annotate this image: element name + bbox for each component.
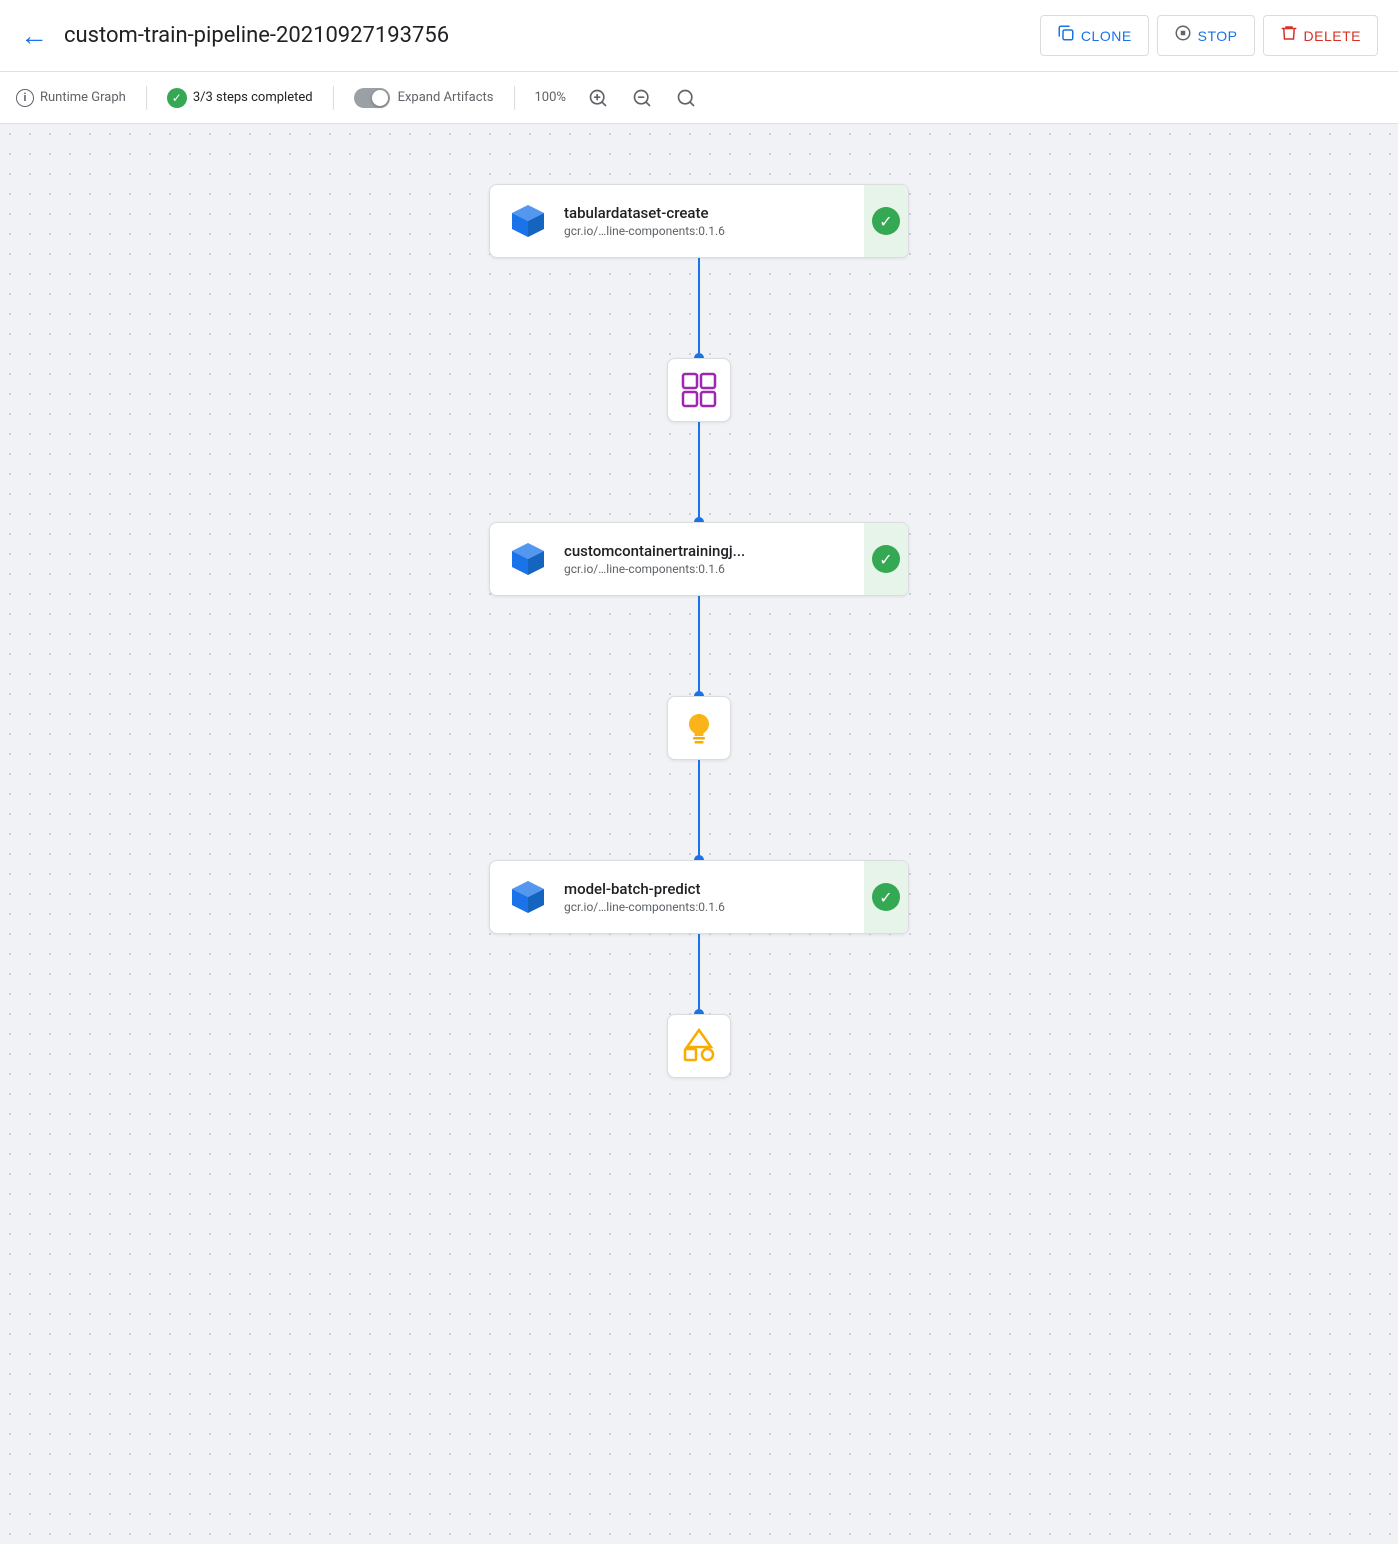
- steps-completed-label: 3/3 steps completed: [193, 90, 313, 105]
- pipeline-flow: tabulardataset-create gcr.io/…line-compo…: [449, 184, 949, 1078]
- steps-check-icon: ✓: [167, 88, 187, 108]
- node-3-name: model-batch-predict: [564, 880, 892, 898]
- node-1-subtitle: gcr.io/…line-components:0.1.6: [564, 224, 892, 238]
- delete-icon: [1280, 24, 1298, 47]
- stop-label: STOP: [1198, 28, 1238, 44]
- page-title: custom-train-pipeline-20210927193756: [64, 23, 1024, 48]
- toolbar-divider-1: [146, 86, 147, 110]
- node-2-subtitle: gcr.io/…line-components:0.1.6: [564, 562, 892, 576]
- node-1-icon: [506, 199, 550, 243]
- node-3-info: model-batch-predict gcr.io/…line-compone…: [564, 880, 892, 914]
- toolbar: i Runtime Graph ✓ 3/3 steps completed Ex…: [0, 72, 1398, 124]
- info-icon: i: [16, 89, 34, 107]
- toolbar-divider-3: [514, 86, 515, 110]
- node-2-status: ✓: [864, 523, 908, 595]
- node-3-icon: [506, 875, 550, 919]
- stop-button[interactable]: STOP: [1157, 15, 1255, 56]
- shapes-icon: [680, 1027, 718, 1065]
- connector-2: [698, 422, 700, 522]
- expand-artifacts-toggle[interactable]: Expand Artifacts: [354, 88, 494, 108]
- node-1-check-icon: ✓: [872, 207, 900, 235]
- steps-completed: ✓ 3/3 steps completed: [167, 88, 313, 108]
- node-2-info: customcontainertrainingj... gcr.io/…line…: [564, 542, 892, 576]
- artifact-node-1[interactable]: [667, 358, 731, 422]
- pipeline-canvas: tabulardataset-create gcr.io/…line-compo…: [0, 124, 1398, 1544]
- delete-label: DELETE: [1304, 28, 1361, 44]
- node-2-icon: [506, 537, 550, 581]
- pipeline-node-1[interactable]: tabulardataset-create gcr.io/…line-compo…: [489, 184, 909, 258]
- connector-5: [698, 934, 700, 1014]
- pipeline-node-2[interactable]: customcontainertrainingj... gcr.io/…line…: [489, 522, 909, 596]
- stop-icon: [1174, 24, 1192, 47]
- artifact-node-2[interactable]: [667, 696, 731, 760]
- zoom-level: 100%: [535, 90, 566, 105]
- clone-label: CLONE: [1081, 28, 1132, 44]
- delete-button[interactable]: DELETE: [1263, 15, 1378, 56]
- expand-artifacts-label: Expand Artifacts: [398, 90, 494, 105]
- zoom-out-button[interactable]: [630, 86, 654, 110]
- connector-3: [698, 596, 700, 696]
- toolbar-divider-2: [333, 86, 334, 110]
- runtime-graph-label: Runtime Graph: [40, 90, 126, 105]
- zoom-in-button[interactable]: [586, 86, 610, 110]
- node-3-status: ✓: [864, 861, 908, 933]
- node-1-status: ✓: [864, 185, 908, 257]
- node-2-name: customcontainertrainingj...: [564, 542, 892, 560]
- connector-1: [698, 258, 700, 358]
- header-actions: CLONE STOP DELETE: [1040, 15, 1378, 56]
- node-3-subtitle: gcr.io/…line-components:0.1.6: [564, 900, 892, 914]
- node-1-info: tabulardataset-create gcr.io/…line-compo…: [564, 204, 892, 238]
- clone-button[interactable]: CLONE: [1040, 15, 1149, 56]
- runtime-graph-item[interactable]: i Runtime Graph: [16, 89, 126, 107]
- toggle-switch[interactable]: [354, 88, 390, 108]
- zoom-reset-button[interactable]: [674, 86, 698, 110]
- node-1-name: tabulardataset-create: [564, 204, 892, 222]
- dataset-icon: [681, 372, 717, 408]
- connector-4: [698, 760, 700, 860]
- page-header: ← custom-train-pipeline-20210927193756 C…: [0, 0, 1398, 72]
- clone-icon: [1057, 24, 1075, 47]
- pipeline-node-3[interactable]: model-batch-predict gcr.io/…line-compone…: [489, 860, 909, 934]
- artifact-node-3[interactable]: [667, 1014, 731, 1078]
- node-3-check-icon: ✓: [872, 883, 900, 911]
- node-2-check-icon: ✓: [872, 545, 900, 573]
- back-button[interactable]: ←: [20, 19, 48, 52]
- model-icon: [681, 710, 717, 746]
